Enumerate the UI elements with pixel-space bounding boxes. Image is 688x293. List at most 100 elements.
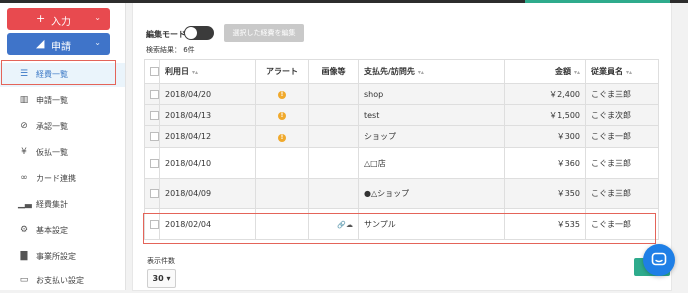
table-row[interactable]: 2018/04/09 ●△ショップ ￥350 こぐま三郎 (144, 178, 659, 209)
sidebar-item-label: 仮払一覧 (36, 148, 68, 157)
select-all-checkbox[interactable] (150, 67, 159, 76)
sidebar: + 入力 ⌄ ◢ 申請 ⌄ ☰ 経費一覧 ▥ 申請一覧 ⊘ 承認一覧 ¥ 仮払一… (0, 3, 126, 290)
edit-selected-button[interactable]: 選択した経費を編集 (224, 24, 304, 42)
sidebar-item-advance-list[interactable]: ¥ 仮払一覧 (0, 141, 125, 165)
sidebar-item-payment-settings[interactable]: ▭ お支払い設定 (0, 269, 125, 293)
edit-mode-toggle[interactable] (184, 26, 214, 40)
table-row[interactable]: 2018/04/20 ! shop ￥2,400 こぐま三郎 (144, 83, 659, 105)
sort-icon: ▾▴ (573, 69, 580, 76)
image-cell (308, 83, 359, 105)
credit-card-icon: ▭ (19, 275, 29, 285)
sidebar-item-label: 申請一覧 (36, 96, 68, 105)
employee-cell: こぐま一郎 (585, 125, 659, 148)
chat-button[interactable] (643, 244, 675, 276)
date-cell: 2018/04/13 (159, 104, 256, 126)
alert-cell (255, 147, 309, 179)
signal-bars-icon: ▁▃ (18, 199, 32, 209)
chevron-down-icon: ⌄ (94, 38, 101, 47)
table-row[interactable]: 2018/04/10 △□店 ￥360 こぐま三郎 (144, 147, 659, 179)
chevron-down-icon: ⌄ (94, 13, 101, 22)
per-page-label: 表示件数 (147, 257, 175, 265)
date-cell: 2018/04/10 (159, 147, 256, 179)
sort-icon: ▾▴ (626, 69, 633, 76)
sidebar-item-label: カード連携 (36, 174, 76, 183)
sidebar-item-label: 承認一覧 (36, 122, 68, 131)
circle-check-icon: ⊘ (20, 121, 28, 131)
column-header-image: 画像等 (308, 59, 359, 84)
payee-cell: ●△ショップ (358, 178, 505, 209)
amount-cell: ￥1,500 (504, 104, 586, 126)
sidebar-item-expense-summary[interactable]: ▁▃ 経費集計 (0, 193, 125, 217)
apply-button[interactable]: ◢ 申請 ⌄ (7, 33, 110, 55)
per-page-select[interactable]: 30 ▾ (147, 269, 176, 288)
main-content: 編集モード 選択した経費を編集 検索結果： 6件 利用日 ▾▴ アラート 画像等 … (132, 3, 672, 291)
column-header-date[interactable]: 利用日 ▾▴ (159, 59, 256, 84)
column-header-alert: アラート (255, 59, 309, 84)
link-icon: ∞ (20, 173, 28, 183)
column-header-payee[interactable]: 支払先/訪問先 ▾▴ (358, 59, 505, 84)
amount-cell: ￥2,400 (504, 83, 586, 105)
row-select-cell (144, 147, 160, 179)
apply-button-label: 申請 (51, 42, 71, 53)
plus-icon: + (36, 12, 46, 25)
amount-cell: ￥350 (504, 178, 586, 209)
yen-icon: ¥ (21, 147, 27, 157)
sidebar-item-label: 経費集計 (36, 200, 68, 209)
sidebar-item-office-settings[interactable]: ▇ 事業所設定 (0, 245, 125, 269)
employee-cell: こぐま三郎 (585, 147, 659, 179)
employee-cell: こぐま三郎 (585, 178, 659, 209)
chat-icon (651, 252, 667, 266)
date-cell: 2018/04/09 (159, 178, 256, 209)
sidebar-item-basic-settings[interactable]: ⚙ 基本設定 (0, 219, 125, 243)
sidebar-item-card-link[interactable]: ∞ カード連携 (0, 167, 125, 191)
column-header-amount[interactable]: 金額 ▾▴ (504, 59, 586, 84)
sidebar-item-label: お支払い設定 (36, 276, 84, 285)
table-header-row: 利用日 ▾▴ アラート 画像等 支払先/訪問先 ▾▴ 金額 ▾▴ 従業員名 ▾▴ (144, 59, 659, 84)
table-row[interactable]: 2018/04/13 ! test ￥1,500 こぐま次郎 (144, 104, 659, 126)
employee-cell: こぐま三郎 (585, 83, 659, 105)
row-checkbox[interactable] (150, 89, 159, 99)
row-checkbox[interactable] (150, 189, 159, 198)
image-cell (308, 147, 359, 179)
column-header-label: 従業員名 (591, 67, 623, 76)
gear-icon: ⚙ (19, 225, 29, 235)
row-select-cell (144, 178, 160, 209)
building-icon: ▇ (20, 251, 28, 261)
row-select-cell (144, 83, 160, 105)
row-checkbox[interactable] (150, 158, 159, 168)
payee-cell: △□店 (358, 147, 505, 179)
image-cell (308, 104, 359, 126)
table-row[interactable]: 2018/04/12 ! ショップ ￥300 こぐま一郎 (144, 125, 659, 148)
sidebar-selection-highlight (1, 60, 116, 85)
result-count: 検索結果： 6件 (146, 46, 195, 54)
column-header-label: 利用日 (165, 67, 189, 76)
payee-cell: test (358, 104, 505, 126)
column-header-label: 金額 (554, 67, 571, 76)
toggle-knob (185, 27, 197, 39)
alert-cell (255, 178, 309, 209)
date-cell: 2018/04/12 (159, 125, 256, 148)
sidebar-item-approval-list[interactable]: ⊘ 承認一覧 (0, 115, 125, 139)
alert-cell: ! (255, 125, 309, 148)
date-cell: 2018/04/20 (159, 83, 256, 105)
input-button[interactable]: + 入力 ⌄ (7, 8, 110, 30)
employee-cell: こぐま次郎 (585, 104, 659, 126)
payee-cell: shop (358, 83, 505, 105)
column-header-label: 支払先/訪問先 (364, 67, 415, 76)
column-header-employee[interactable]: 従業員名 ▾▴ (585, 59, 659, 84)
image-cell (308, 178, 359, 209)
row-select-cell (144, 104, 160, 126)
sidebar-item-application-list[interactable]: ▥ 申請一覧 (0, 89, 125, 113)
sidebar-item-label: 基本設定 (36, 226, 68, 235)
row-select-cell (144, 125, 160, 148)
alert-icon: ! (278, 91, 286, 99)
row-checkbox[interactable] (150, 110, 159, 120)
alert-cell: ! (255, 83, 309, 105)
send-icon: ◢ (36, 37, 45, 50)
select-all-cell (144, 59, 160, 84)
sort-icon: ▾▴ (192, 69, 199, 76)
sidebar-item-label: 事業所設定 (36, 252, 76, 261)
alert-icon: ! (278, 112, 286, 120)
row-checkbox[interactable] (150, 132, 159, 141)
sort-icon: ▾▴ (417, 69, 424, 76)
